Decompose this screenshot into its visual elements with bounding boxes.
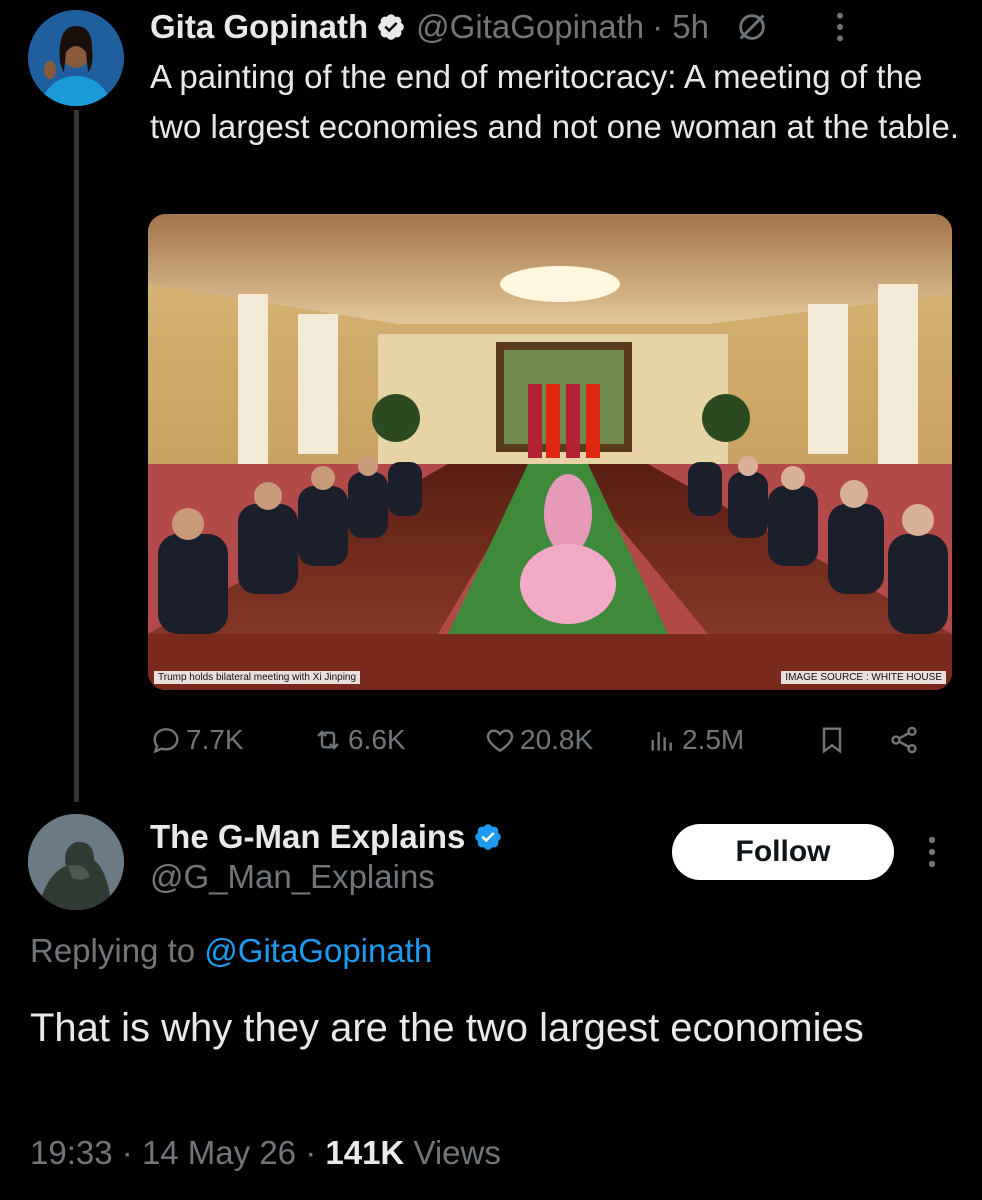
tweet-actions: 7.7K 6.6K 20.8K 2.5M — [150, 716, 930, 764]
reply-views-count: 141K — [325, 1134, 405, 1171]
replying-to: Replying to @GitaGopinath — [30, 932, 432, 970]
bookmark-button[interactable] — [816, 716, 852, 764]
reply-date[interactable]: 14 May 26 — [142, 1134, 296, 1171]
reply-count: 7.7K — [186, 724, 244, 755]
tweet-header: Gita Gopinath @GitaGopinath · 5h — [150, 2, 855, 52]
separator: · — [121, 1134, 142, 1171]
grok-slash-icon[interactable] — [735, 10, 769, 44]
reply-button[interactable]: 7.7K — [150, 716, 244, 764]
reply-icon — [153, 728, 179, 754]
reply-text: That is why they are the two largest eco… — [30, 1006, 864, 1050]
verified-badge-icon — [475, 824, 502, 850]
author-name[interactable]: Gita Gopinath — [150, 8, 368, 46]
photo-caption: Trump holds bilateral meeting with Xi Ji… — [154, 671, 361, 684]
reply-author-handle[interactable]: @G_Man_Explains — [150, 858, 435, 896]
bookmark-icon — [822, 727, 842, 754]
reply-header: The G-Man Explains — [150, 812, 513, 862]
tweet-time[interactable]: · 5h — [652, 8, 709, 46]
author-handle[interactable]: @GitaGopinath — [416, 8, 644, 46]
thread-connector — [74, 110, 79, 802]
photo-credit: IMAGE SOURCE : WHITE HOUSE — [781, 671, 946, 684]
reply-author-name[interactable]: The G-Man Explains — [150, 818, 465, 856]
replying-prefix: Replying to — [30, 932, 196, 969]
like-button[interactable]: 20.8K — [484, 716, 593, 764]
replying-mention[interactable]: @GitaGopinath — [204, 932, 432, 969]
reply-meta: 19:33 · 14 May 26 · 141K Views — [30, 1134, 501, 1172]
share-icon — [891, 726, 917, 754]
tweet-photo[interactable]: Trump holds bilateral meeting with Xi Ji… — [148, 214, 952, 690]
author-avatar[interactable] — [28, 10, 124, 106]
separator: · — [305, 1134, 326, 1171]
reply-views-label: Views — [413, 1134, 501, 1171]
follow-button[interactable]: Follow — [672, 824, 894, 880]
repost-count: 6.6K — [348, 724, 406, 755]
views-button[interactable]: 2.5M — [646, 716, 744, 764]
share-button[interactable] — [888, 716, 924, 764]
more-vertical-icon[interactable] — [825, 10, 855, 44]
verified-badge-icon — [378, 14, 404, 40]
repost-icon — [317, 730, 339, 750]
tweet-text: A painting of the end of meritocracy: A … — [150, 58, 959, 145]
like-count: 20.8K — [520, 724, 594, 755]
more-vertical-icon[interactable] — [922, 834, 942, 870]
repost-button[interactable]: 6.6K — [312, 716, 406, 764]
views-icon — [651, 732, 672, 751]
views-count: 2.5M — [682, 724, 745, 755]
reply-time[interactable]: 19:33 — [30, 1134, 113, 1171]
reply-author-avatar[interactable] — [28, 814, 124, 910]
like-icon — [486, 729, 514, 753]
